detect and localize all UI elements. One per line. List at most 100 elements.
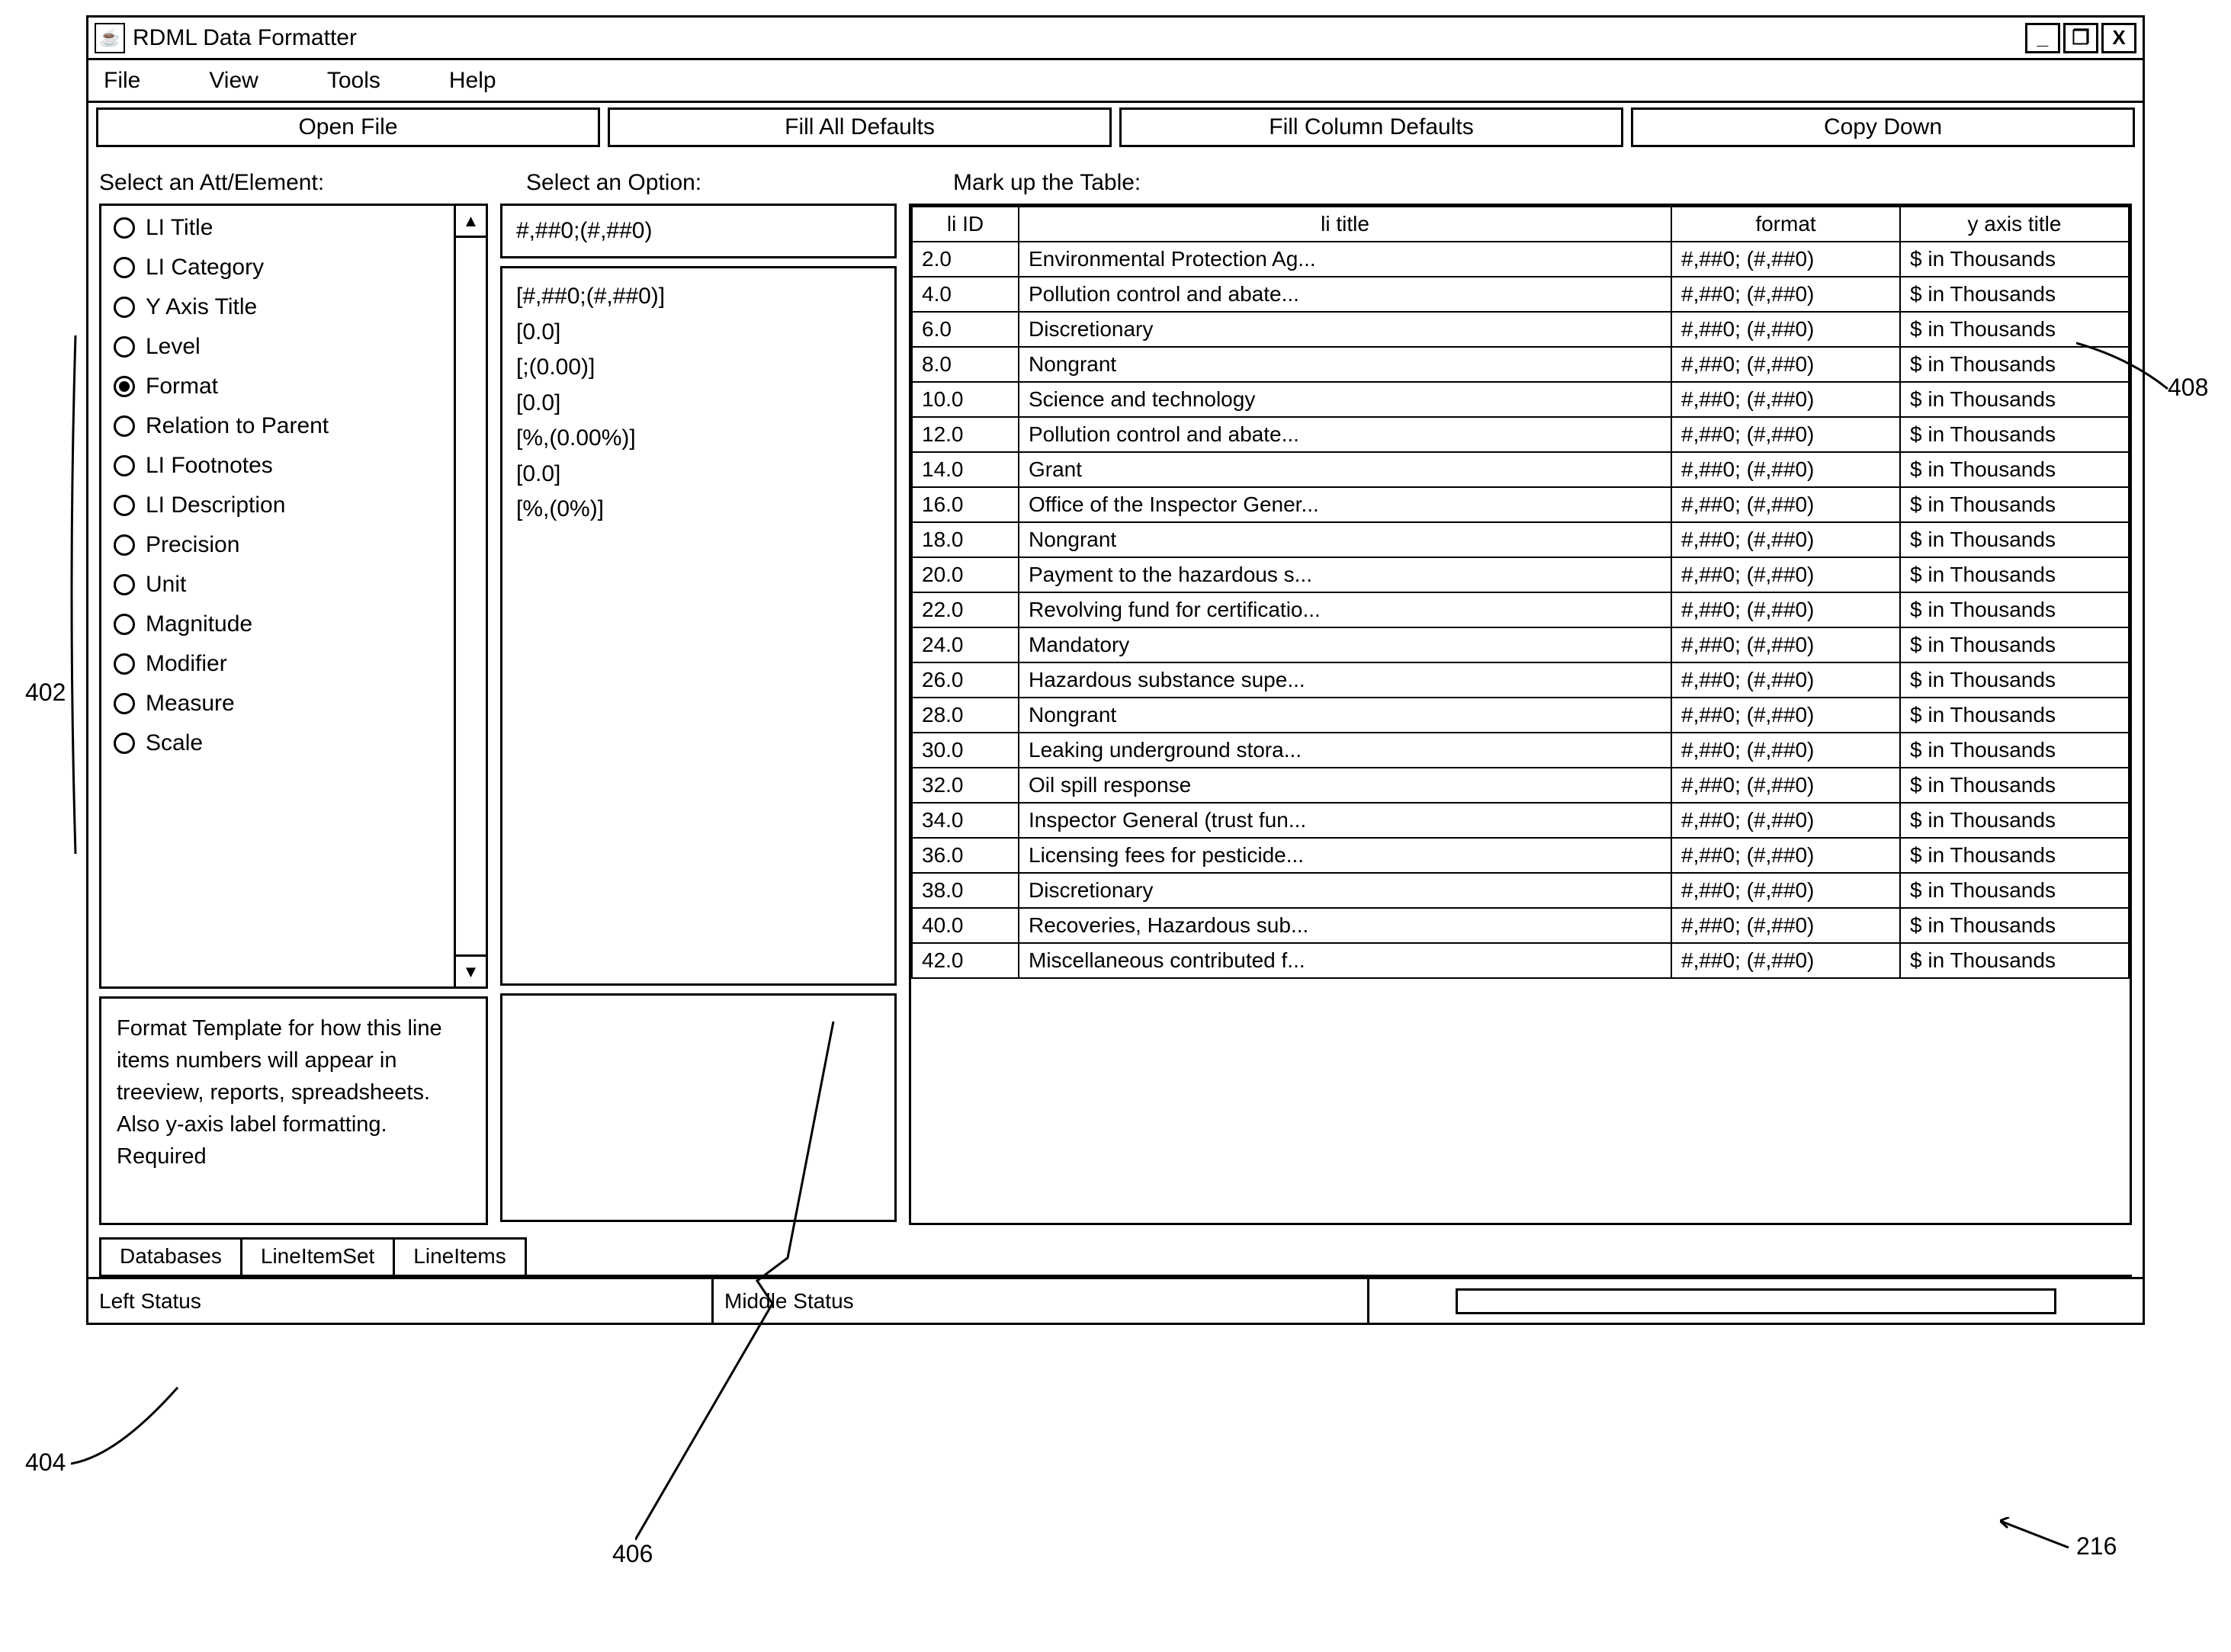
table-row[interactable]: 26.0Hazardous substance supe...#,##0; (#… bbox=[912, 662, 2129, 698]
table-cell[interactable]: #,##0; (#,##0) bbox=[1671, 908, 1900, 943]
table-row[interactable]: 10.0Science and technology#,##0; (#,##0)… bbox=[912, 382, 2129, 417]
table-cell[interactable]: Office of the Inspector Gener... bbox=[1019, 487, 1671, 522]
tab-lineitemset[interactable]: LineItemSet bbox=[240, 1237, 395, 1277]
option-item[interactable]: [;(0.00)] bbox=[516, 350, 881, 386]
table-row[interactable]: 28.0Nongrant#,##0; (#,##0)$ in Thousands bbox=[912, 698, 2129, 733]
table-cell[interactable]: #,##0; (#,##0) bbox=[1671, 943, 1900, 978]
table-cell[interactable]: Licensing fees for pesticide... bbox=[1019, 838, 1671, 873]
att-item[interactable]: LI Title bbox=[114, 215, 441, 241]
att-item[interactable]: Measure bbox=[114, 691, 441, 717]
fill-column-defaults-button[interactable]: Fill Column Defaults bbox=[1119, 107, 1623, 147]
table-cell[interactable]: 14.0 bbox=[912, 452, 1019, 487]
table-cell[interactable]: $ in Thousands bbox=[1900, 768, 2129, 803]
table-header[interactable]: li ID bbox=[912, 207, 1019, 242]
table-cell[interactable]: 16.0 bbox=[912, 487, 1019, 522]
option-selected[interactable]: #,##0;(#,##0) bbox=[500, 204, 897, 258]
menu-help[interactable]: Help bbox=[449, 68, 496, 94]
table-cell[interactable]: 22.0 bbox=[912, 592, 1019, 627]
table-cell[interactable]: $ in Thousands bbox=[1900, 698, 2129, 733]
table-cell[interactable]: 38.0 bbox=[912, 873, 1019, 908]
minimize-button[interactable]: _ bbox=[2025, 23, 2060, 53]
table-cell[interactable]: #,##0; (#,##0) bbox=[1671, 698, 1900, 733]
table-cell[interactable]: 12.0 bbox=[912, 417, 1019, 452]
table-row[interactable]: 14.0Grant#,##0; (#,##0)$ in Thousands bbox=[912, 452, 2129, 487]
menu-tools[interactable]: Tools bbox=[327, 68, 380, 94]
table-cell[interactable]: #,##0; (#,##0) bbox=[1671, 627, 1900, 662]
table-cell[interactable]: 4.0 bbox=[912, 277, 1019, 312]
table-cell[interactable]: Nongrant bbox=[1019, 522, 1671, 557]
table-cell[interactable]: $ in Thousands bbox=[1900, 627, 2129, 662]
table-cell[interactable]: Pollution control and abate... bbox=[1019, 417, 1671, 452]
radio-icon[interactable] bbox=[114, 297, 135, 318]
table-cell[interactable]: #,##0; (#,##0) bbox=[1671, 522, 1900, 557]
table-cell[interactable]: $ in Thousands bbox=[1900, 873, 2129, 908]
copy-down-button[interactable]: Copy Down bbox=[1631, 107, 2135, 147]
table-cell[interactable]: Oil spill response bbox=[1019, 768, 1671, 803]
table-cell[interactable]: $ in Thousands bbox=[1900, 417, 2129, 452]
table-cell[interactable]: #,##0; (#,##0) bbox=[1671, 382, 1900, 417]
table-cell[interactable]: $ in Thousands bbox=[1900, 452, 2129, 487]
menu-file[interactable]: File bbox=[104, 68, 140, 94]
option-item[interactable]: [#,##0;(#,##0)] bbox=[516, 279, 881, 315]
option-item[interactable]: [0.0] bbox=[516, 386, 881, 422]
table-cell[interactable]: 6.0 bbox=[912, 312, 1019, 347]
table-header[interactable]: format bbox=[1671, 207, 1900, 242]
table-cell[interactable]: #,##0; (#,##0) bbox=[1671, 873, 1900, 908]
table-cell[interactable]: Recoveries, Hazardous sub... bbox=[1019, 908, 1671, 943]
table-row[interactable]: 42.0Miscellaneous contributed f...#,##0;… bbox=[912, 943, 2129, 978]
table-cell[interactable]: $ in Thousands bbox=[1900, 522, 2129, 557]
table-cell[interactable]: Nongrant bbox=[1019, 698, 1671, 733]
table-row[interactable]: 38.0Discretionary#,##0; (#,##0)$ in Thou… bbox=[912, 873, 2129, 908]
att-item[interactable]: LI Description bbox=[114, 492, 441, 518]
att-item[interactable]: Precision bbox=[114, 532, 441, 558]
table-cell[interactable]: #,##0; (#,##0) bbox=[1671, 592, 1900, 627]
table-cell[interactable]: #,##0; (#,##0) bbox=[1671, 242, 1900, 277]
table-header[interactable]: li title bbox=[1019, 207, 1671, 242]
table-cell[interactable]: Nongrant bbox=[1019, 347, 1671, 382]
table-cell[interactable]: 8.0 bbox=[912, 347, 1019, 382]
att-scrollbar[interactable]: ▲ ▼ bbox=[454, 206, 486, 986]
option-list[interactable]: [#,##0;(#,##0)][0.0][;(0.00)][0.0][%,(0.… bbox=[500, 266, 897, 986]
table-cell[interactable]: $ in Thousands bbox=[1900, 487, 2129, 522]
att-item[interactable]: Level bbox=[114, 334, 441, 360]
table-row[interactable]: 20.0Payment to the hazardous s...#,##0; … bbox=[912, 557, 2129, 592]
option-item[interactable]: [%,(0.00%)] bbox=[516, 421, 881, 457]
table-cell[interactable]: #,##0; (#,##0) bbox=[1671, 487, 1900, 522]
table-cell[interactable]: $ in Thousands bbox=[1900, 838, 2129, 873]
table-cell[interactable]: #,##0; (#,##0) bbox=[1671, 768, 1900, 803]
table-cell[interactable]: 26.0 bbox=[912, 662, 1019, 698]
table-cell[interactable]: Pollution control and abate... bbox=[1019, 277, 1671, 312]
table-header[interactable]: y axis title bbox=[1900, 207, 2129, 242]
table-cell[interactable]: Science and technology bbox=[1019, 382, 1671, 417]
att-item[interactable]: LI Footnotes bbox=[114, 453, 441, 479]
table-cell[interactable]: 20.0 bbox=[912, 557, 1019, 592]
table-cell[interactable]: 18.0 bbox=[912, 522, 1019, 557]
table-cell[interactable]: #,##0; (#,##0) bbox=[1671, 662, 1900, 698]
table-row[interactable]: 18.0Nongrant#,##0; (#,##0)$ in Thousands bbox=[912, 522, 2129, 557]
scroll-up-icon[interactable]: ▲ bbox=[456, 206, 486, 238]
table-cell[interactable]: #,##0; (#,##0) bbox=[1671, 312, 1900, 347]
table-cell[interactable]: $ in Thousands bbox=[1900, 662, 2129, 698]
table-cell[interactable]: #,##0; (#,##0) bbox=[1671, 733, 1900, 768]
att-item[interactable]: Relation to Parent bbox=[114, 413, 441, 439]
table-cell[interactable]: 32.0 bbox=[912, 768, 1019, 803]
table-row[interactable]: 32.0Oil spill response#,##0; (#,##0)$ in… bbox=[912, 768, 2129, 803]
table-cell[interactable]: #,##0; (#,##0) bbox=[1671, 417, 1900, 452]
table-cell[interactable]: #,##0; (#,##0) bbox=[1671, 277, 1900, 312]
table-row[interactable]: 22.0Revolving fund for certificatio...#,… bbox=[912, 592, 2129, 627]
menu-view[interactable]: View bbox=[209, 68, 258, 94]
table-cell[interactable]: $ in Thousands bbox=[1900, 592, 2129, 627]
att-item[interactable]: Unit bbox=[114, 572, 441, 598]
att-item[interactable]: Magnitude bbox=[114, 611, 441, 637]
table-row[interactable]: 40.0Recoveries, Hazardous sub...#,##0; (… bbox=[912, 908, 2129, 943]
table-cell[interactable]: 42.0 bbox=[912, 943, 1019, 978]
table-cell[interactable]: Revolving fund for certificatio... bbox=[1019, 592, 1671, 627]
data-table[interactable]: li IDli titleformaty axis title 2.0Envir… bbox=[911, 206, 2130, 979]
table-cell[interactable]: Discretionary bbox=[1019, 873, 1671, 908]
table-cell[interactable]: $ in Thousands bbox=[1900, 943, 2129, 978]
att-item[interactable]: Format bbox=[114, 374, 441, 399]
table-cell[interactable]: 24.0 bbox=[912, 627, 1019, 662]
table-cell[interactable]: Miscellaneous contributed f... bbox=[1019, 943, 1671, 978]
radio-icon[interactable] bbox=[114, 257, 135, 278]
table-cell[interactable]: Grant bbox=[1019, 452, 1671, 487]
